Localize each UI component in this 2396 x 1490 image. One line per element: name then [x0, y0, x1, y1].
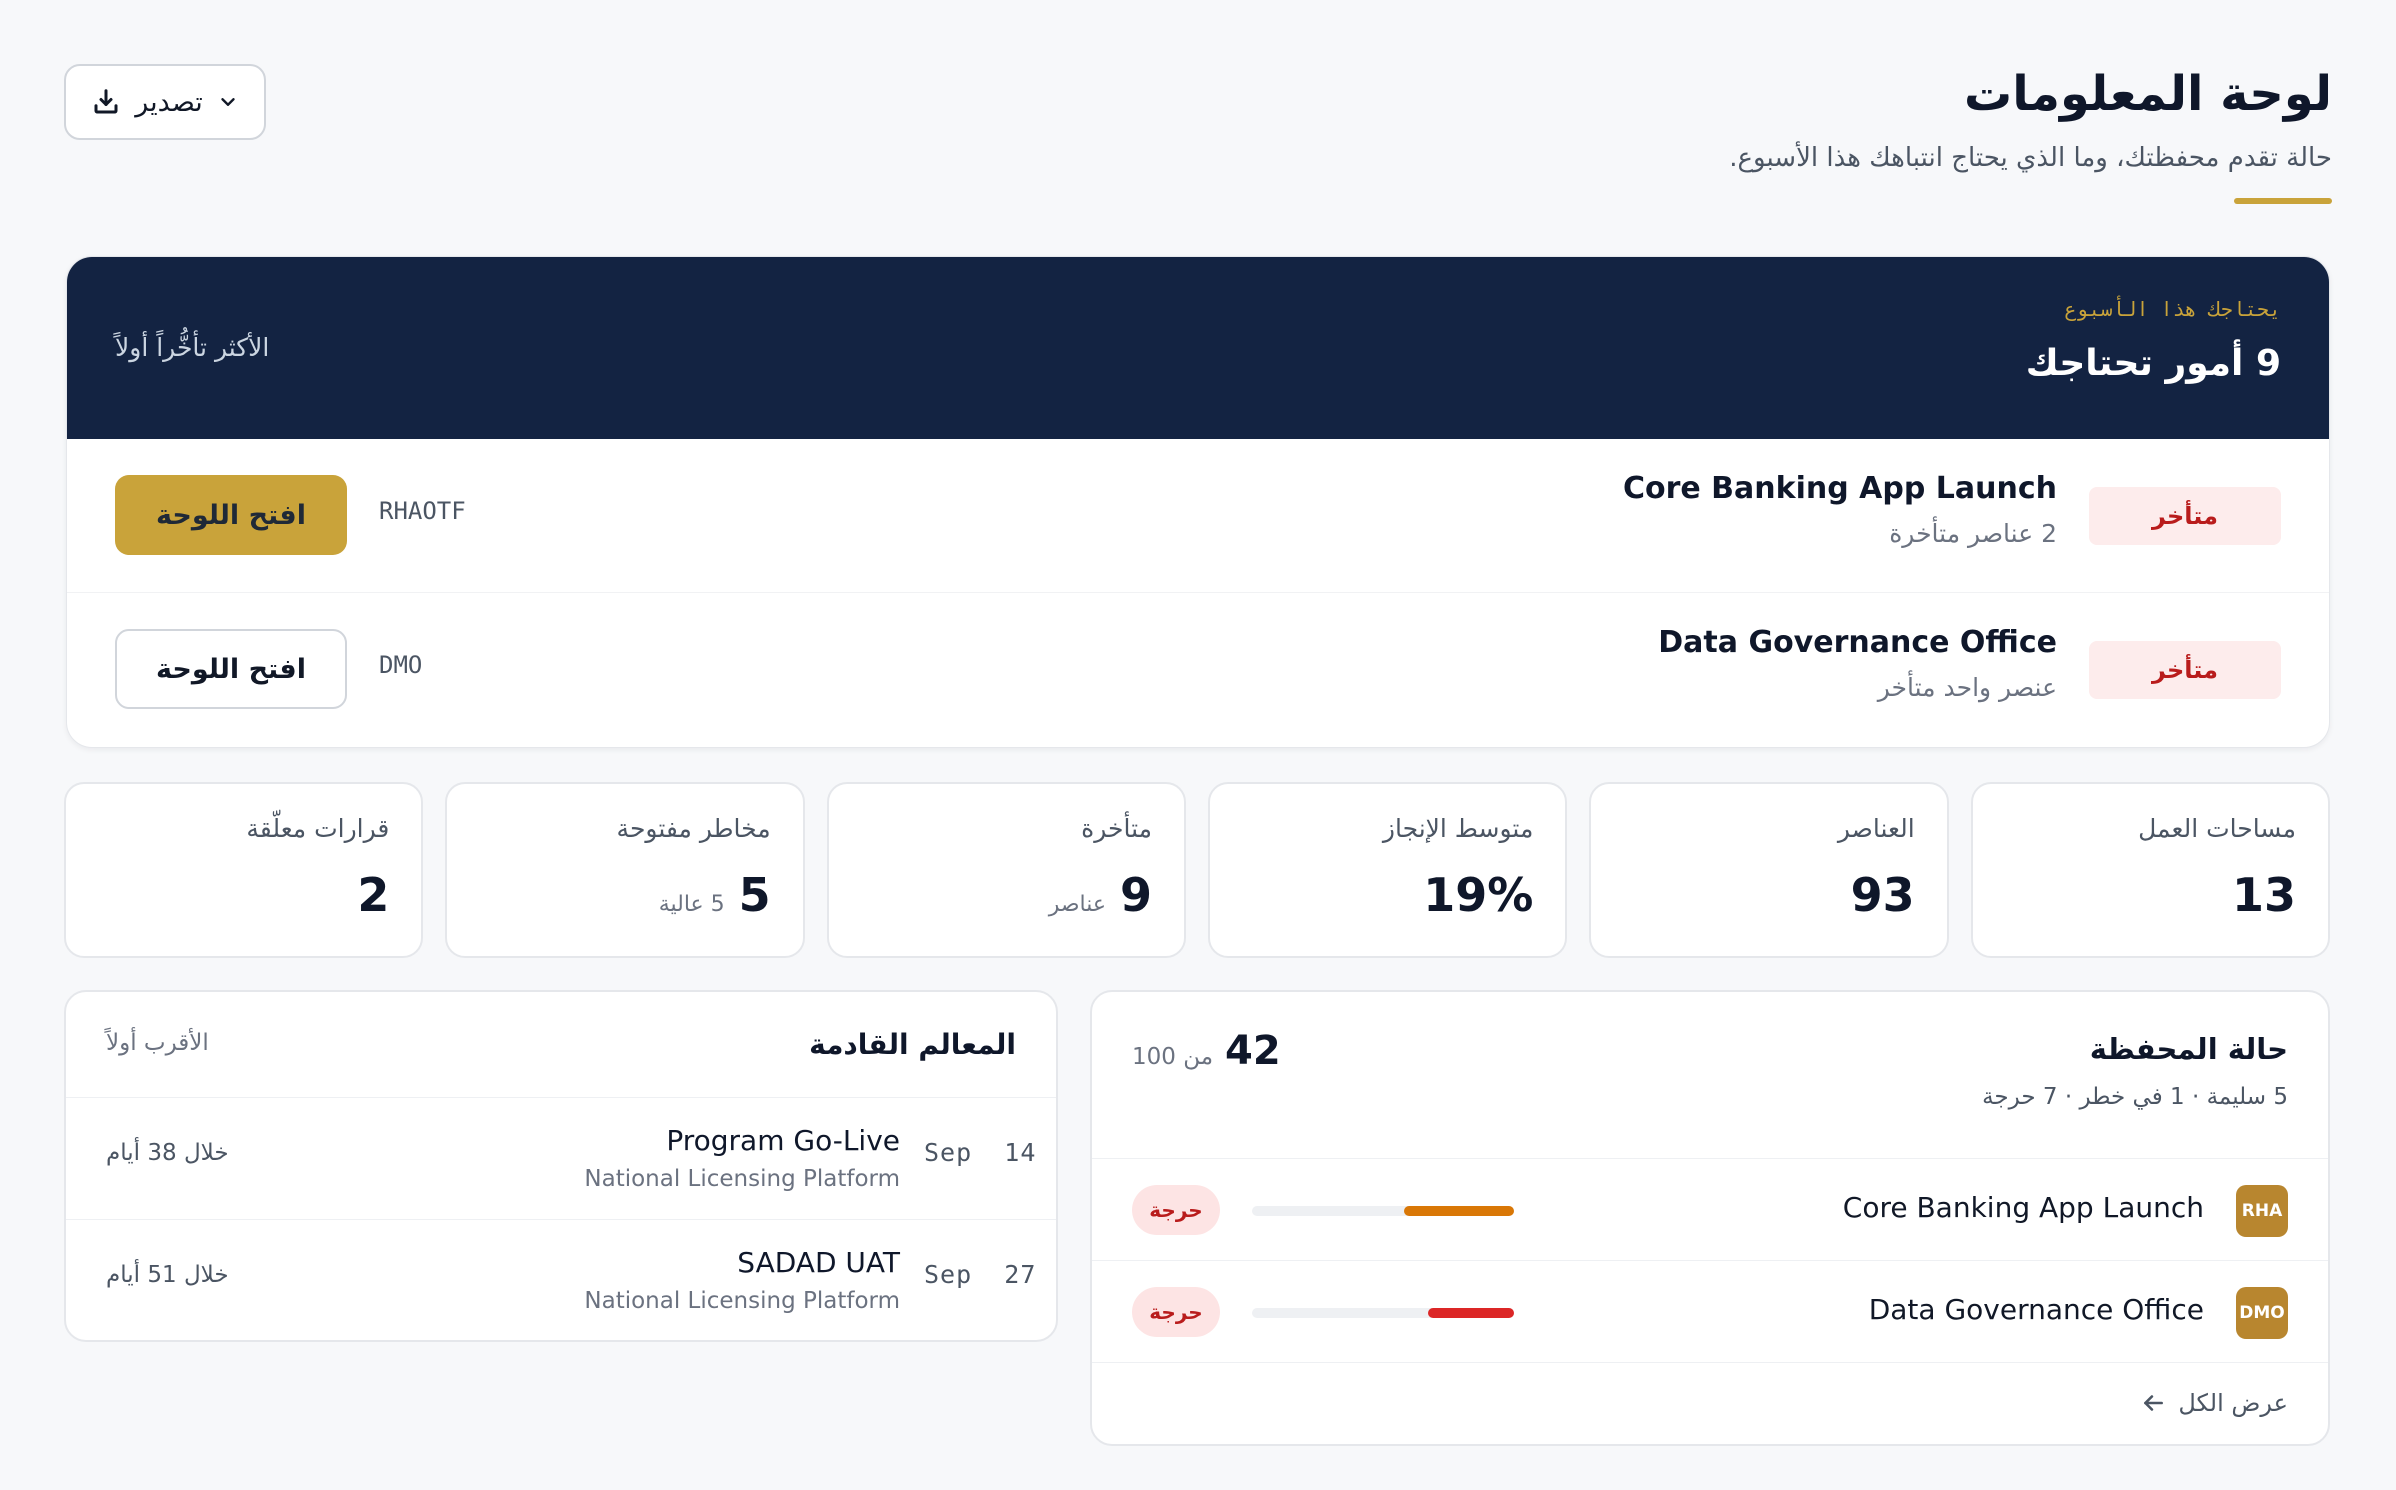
- portfolio-status-panel: حالة المحفظة 5 سليمة · 1 في خطر · 7 حرجة…: [1090, 990, 2330, 1446]
- milestone-day: 27: [1004, 1260, 1037, 1289]
- portfolio-score: من 100 42: [1132, 1028, 1281, 1074]
- attention-row: متأخر Core Banking App Launch 2 عناصر مت…: [67, 439, 2329, 593]
- title-accent-line: [2234, 198, 2332, 204]
- stat-label: العناصر: [1837, 814, 1915, 843]
- stat-value: 19%: [1423, 868, 1534, 922]
- workspace-avatar: RHA: [2236, 1185, 2288, 1237]
- milestone-date: Sep 27: [924, 1260, 1035, 1289]
- milestone-date: Sep 14: [924, 1138, 1035, 1167]
- portfolio-score-suffix: من 100: [1132, 1044, 1214, 1070]
- open-board-button[interactable]: افتح اللوحة: [115, 629, 347, 709]
- stat-card-overdue: متأخرة 9 عناصر: [826, 782, 1187, 958]
- attention-row: متأخر Data Governance Office عنصر واحد م…: [67, 593, 2329, 747]
- progress-track: [1252, 1308, 1514, 1318]
- open-board-button[interactable]: افتح اللوحة: [115, 475, 347, 555]
- portfolio-row[interactable]: RHA Core Banking App Launch حرجة: [1092, 1158, 2328, 1260]
- stat-value: 9: [1120, 868, 1153, 922]
- portfolio-title: حالة المحفظة: [2089, 1032, 2288, 1066]
- progress-fill: [1427, 1308, 1514, 1318]
- stats-row: مساحات العمل 13 العناصر 93 متوسط الإنجاز…: [64, 782, 2330, 958]
- attention-kicker: يحتاجك هذا الأسبوع: [2064, 297, 2281, 321]
- milestone-name: Program Go-Live: [666, 1124, 900, 1157]
- page-title: لوحة المعلومات: [1964, 66, 2332, 122]
- milestone-month: Sep: [924, 1260, 973, 1289]
- milestones-title: المعالم القادمة: [809, 1028, 1016, 1061]
- stat-card-pending-decisions: قرارات معلّقة 2: [64, 782, 424, 958]
- milestones-panel: المعالم القادمة الأقرب أولاً Sep 14 Prog…: [64, 990, 1058, 1342]
- portfolio-score-value: 42: [1225, 1028, 1281, 1074]
- stat-label: متوسط الإنجاز: [1382, 814, 1534, 843]
- stat-value: 13: [2231, 868, 2296, 922]
- attention-sort-label: الأكثر تأخُّراً أولاً: [115, 333, 270, 362]
- portfolio-row-name: Core Banking App Launch: [1842, 1191, 2204, 1224]
- portfolio-row-name: Data Governance Office: [1868, 1293, 2204, 1326]
- attention-row-name: Core Banking App Launch: [1622, 471, 2057, 506]
- arrow-left-icon: [2144, 1395, 2164, 1411]
- export-label: تصدير: [135, 86, 203, 118]
- stat-note: 5 عالية: [658, 892, 725, 917]
- portfolio-summary: 5 سليمة · 1 في خطر · 7 حرجة: [1982, 1084, 2288, 1110]
- late-status-badge: متأخر: [2089, 487, 2281, 545]
- milestone-due: خلال 38 أيام: [106, 1140, 229, 1166]
- critical-status-badge: حرجة: [1132, 1287, 1220, 1337]
- attention-row-code: DMO: [379, 651, 423, 679]
- stat-value: 2: [357, 868, 390, 922]
- attention-row-name: Data Governance Office: [1658, 625, 2057, 660]
- portfolio-footer: عرض الكل: [1092, 1362, 2328, 1444]
- stat-value: 5: [738, 868, 771, 922]
- late-status-badge: متأخر: [2089, 641, 2281, 699]
- milestone-day: 14: [1004, 1138, 1037, 1167]
- export-button[interactable]: تصدير: [64, 64, 266, 140]
- view-all-link[interactable]: عرض الكل: [2140, 1389, 2288, 1417]
- milestones-header: المعالم القادمة الأقرب أولاً: [66, 992, 1056, 1098]
- attention-row-code: RHAOTF: [379, 497, 466, 525]
- stat-label: مخاطر مفتوحة: [616, 814, 771, 843]
- workspace-avatar: DMO: [2236, 1287, 2288, 1339]
- chevron-down-icon: [221, 98, 235, 106]
- view-all-label: عرض الكل: [2178, 1389, 2288, 1417]
- milestone-month: Sep: [924, 1138, 973, 1167]
- attention-card: يحتاجك هذا الأسبوع 9 أمور تحتاجك الأكثر …: [66, 256, 2330, 748]
- attention-row-detail: عنصر واحد متأخر: [1877, 673, 2057, 702]
- stat-value: 93: [1850, 868, 1915, 922]
- progress-fill: [1403, 1206, 1514, 1216]
- stat-card-workspaces: مساحات العمل 13: [1970, 782, 2330, 958]
- page-subtitle: حالة تقدم محفظتك، وما الذي يحتاج انتباهك…: [1729, 143, 2332, 173]
- page-header: لوحة المعلومات حالة تقدم محفظتك، وما الذ…: [1232, 60, 2332, 204]
- milestone-project: National Licensing Platform: [584, 1166, 900, 1192]
- stat-card-items: العناصر 93: [1589, 782, 1949, 958]
- stat-label: مساحات العمل: [2138, 814, 2296, 843]
- download-icon: [94, 89, 118, 114]
- attention-title: 9 أمور تحتاجك: [2025, 343, 2281, 384]
- progress-track: [1252, 1206, 1514, 1216]
- milestone-due: خلال 51 أيام: [106, 1262, 229, 1288]
- milestone-name: SADAD UAT: [737, 1246, 900, 1279]
- milestone-project: National Licensing Platform: [584, 1288, 900, 1314]
- stat-card-open-risks: مخاطر مفتوحة 5 5 عالية: [445, 782, 805, 958]
- attention-row-detail: 2 عناصر متأخرة: [1889, 519, 2057, 548]
- portfolio-row[interactable]: DMO Data Governance Office حرجة: [1092, 1260, 2328, 1362]
- stat-card-avg-completion: متوسط الإنجاز 19%: [1208, 782, 1568, 958]
- stat-label: متأخرة: [1081, 814, 1153, 843]
- milestone-row[interactable]: Sep 27 SADAD UAT National Licensing Plat…: [66, 1220, 1056, 1340]
- milestone-row[interactable]: Sep 14 Program Go-Live National Licensin…: [66, 1098, 1056, 1220]
- milestones-sort-label: الأقرب أولاً: [106, 1030, 209, 1056]
- critical-status-badge: حرجة: [1132, 1185, 1220, 1235]
- stat-label: قرارات معلّقة: [246, 814, 390, 843]
- stat-note: عناصر: [1048, 892, 1106, 917]
- attention-header: يحتاجك هذا الأسبوع 9 أمور تحتاجك الأكثر …: [67, 257, 2329, 439]
